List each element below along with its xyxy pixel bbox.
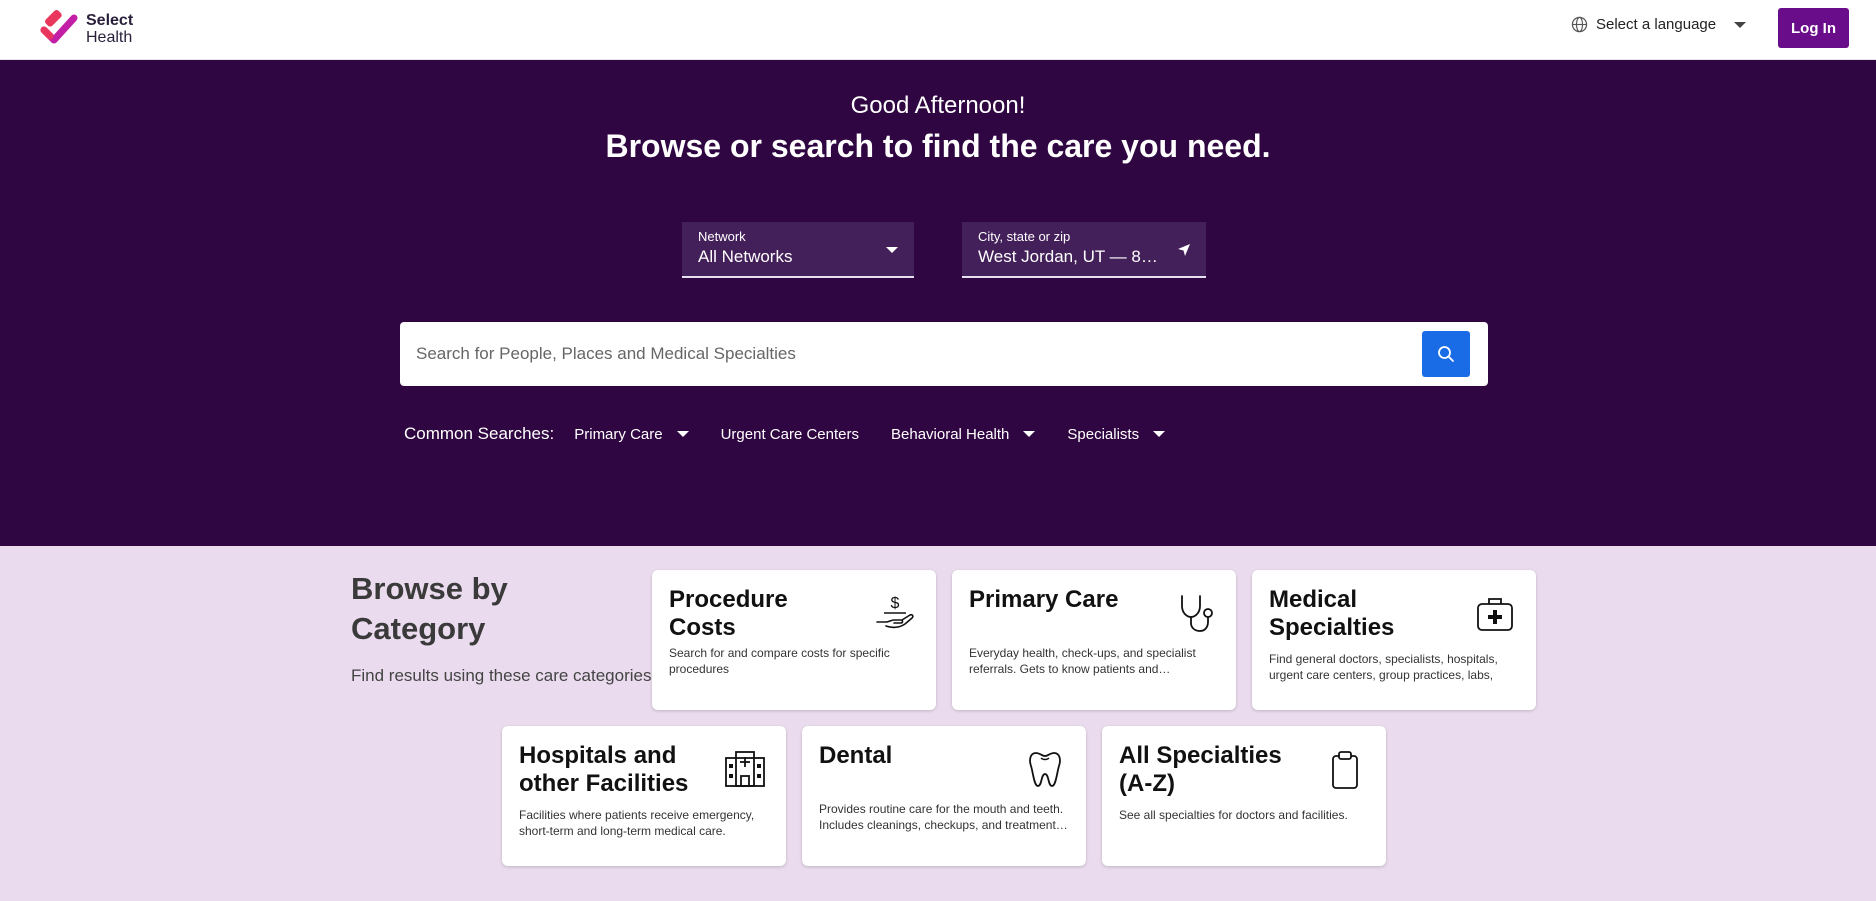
hospital-icon (725, 751, 765, 787)
common-search-urgent-care[interactable]: Urgent Care Centers (721, 426, 859, 443)
search-input[interactable] (400, 322, 1400, 386)
common-search-primary-care[interactable]: Primary Care (574, 425, 689, 443)
caret-down-icon (1153, 431, 1166, 437)
category-card-dental[interactable]: Dental Provides routine care for the mou… (802, 726, 1086, 866)
common-searches: Common Searches: Primary Care Urgent Car… (404, 422, 1197, 446)
hero-section: Good Afternoon! Browse or search to find… (0, 60, 1876, 546)
clipboard-icon (1332, 751, 1358, 789)
card-description: Facilities where patients receive emerge… (519, 808, 755, 838)
hand-dollar-icon: $ (876, 595, 914, 629)
category-card-medical-specialties[interactable]: Medical Specialties Find general doctors… (1252, 570, 1536, 710)
svg-text:$: $ (891, 595, 900, 612)
stethoscope-icon (1181, 595, 1213, 632)
card-title: Primary Care (969, 586, 1119, 613)
category-card-procedure-costs[interactable]: Procedure Costs Search for and compare c… (652, 570, 936, 710)
logo-mark-icon (40, 10, 78, 44)
greeting: Good Afternoon! (850, 92, 1026, 119)
category-card-hospitals[interactable]: Hospitals and other Facilities Facilitie… (502, 726, 786, 866)
locate-arrow-icon[interactable] (1176, 242, 1192, 258)
card-title: All Specialties (A-Z) (1119, 742, 1282, 797)
chip-label: Behavioral Health (891, 425, 1010, 443)
card-description: See all specialties for doctors and faci… (1119, 808, 1348, 822)
common-search-specialists[interactable]: Specialists (1067, 425, 1166, 443)
card-title: Hospitals and other Facilities (519, 742, 689, 797)
chip-label: Urgent Care Centers (720, 425, 859, 443)
search-button[interactable] (1422, 331, 1470, 377)
top-header: Select Health Select a language Log In (0, 0, 1876, 60)
chevron-down-icon (1734, 21, 1747, 28)
caret-down-icon (886, 247, 898, 253)
card-description: Everyday health, check-ups, and speciali… (969, 646, 1196, 676)
category-card-primary-care[interactable]: Primary Care Everyday health, check-ups,… (952, 570, 1236, 710)
chip-label: Specialists (1067, 425, 1140, 443)
browse-subtitle: Find results using these care categories (351, 666, 652, 685)
medical-kit-icon (1477, 598, 1513, 631)
common-search-behavioral-health[interactable]: Behavioral Health (891, 425, 1036, 443)
globe-icon (1571, 16, 1588, 33)
browse-title: Browse by Category (351, 571, 508, 646)
tooth-icon (1029, 752, 1061, 787)
hero-headline: Browse or search to find the care you ne… (605, 128, 1271, 164)
network-select[interactable]: Network All Networks (682, 222, 914, 278)
network-value: All Networks (698, 247, 793, 266)
caret-down-icon (1023, 431, 1036, 437)
language-selector[interactable]: Select a language (1571, 16, 1747, 33)
card-description: Search for and compare costs for specifi… (669, 646, 890, 676)
card-description: Provides routine care for the mouth and … (819, 802, 1068, 832)
card-title: Dental (819, 742, 893, 769)
card-title: Procedure Costs (669, 586, 788, 641)
network-label: Network (698, 229, 746, 244)
logo-text: Select Health (86, 12, 133, 46)
common-searches-label: Common Searches: (404, 424, 555, 443)
card-title: Medical Specialties (1269, 586, 1395, 641)
location-label: City, state or zip (978, 229, 1071, 244)
logo-line-1: Select (86, 12, 134, 29)
language-label: Select a language (1596, 16, 1717, 33)
logo-line-2: Health (86, 29, 133, 46)
search-bar (400, 322, 1488, 386)
location-input[interactable]: City, state or zip West Jordan, UT — 84… (962, 222, 1206, 278)
card-description: Find general doctors, specialists, hospi… (1269, 652, 1498, 682)
location-value: West Jordan, UT — 84… (978, 247, 1158, 266)
category-card-all-specialties[interactable]: All Specialties (A-Z) See all specialtie… (1102, 726, 1386, 866)
select-health-logo[interactable]: Select Health (38, 8, 133, 50)
caret-down-icon (676, 431, 689, 437)
search-icon (1438, 346, 1454, 362)
login-button[interactable]: Log In (1778, 8, 1849, 48)
chip-label: Primary Care (574, 425, 663, 443)
